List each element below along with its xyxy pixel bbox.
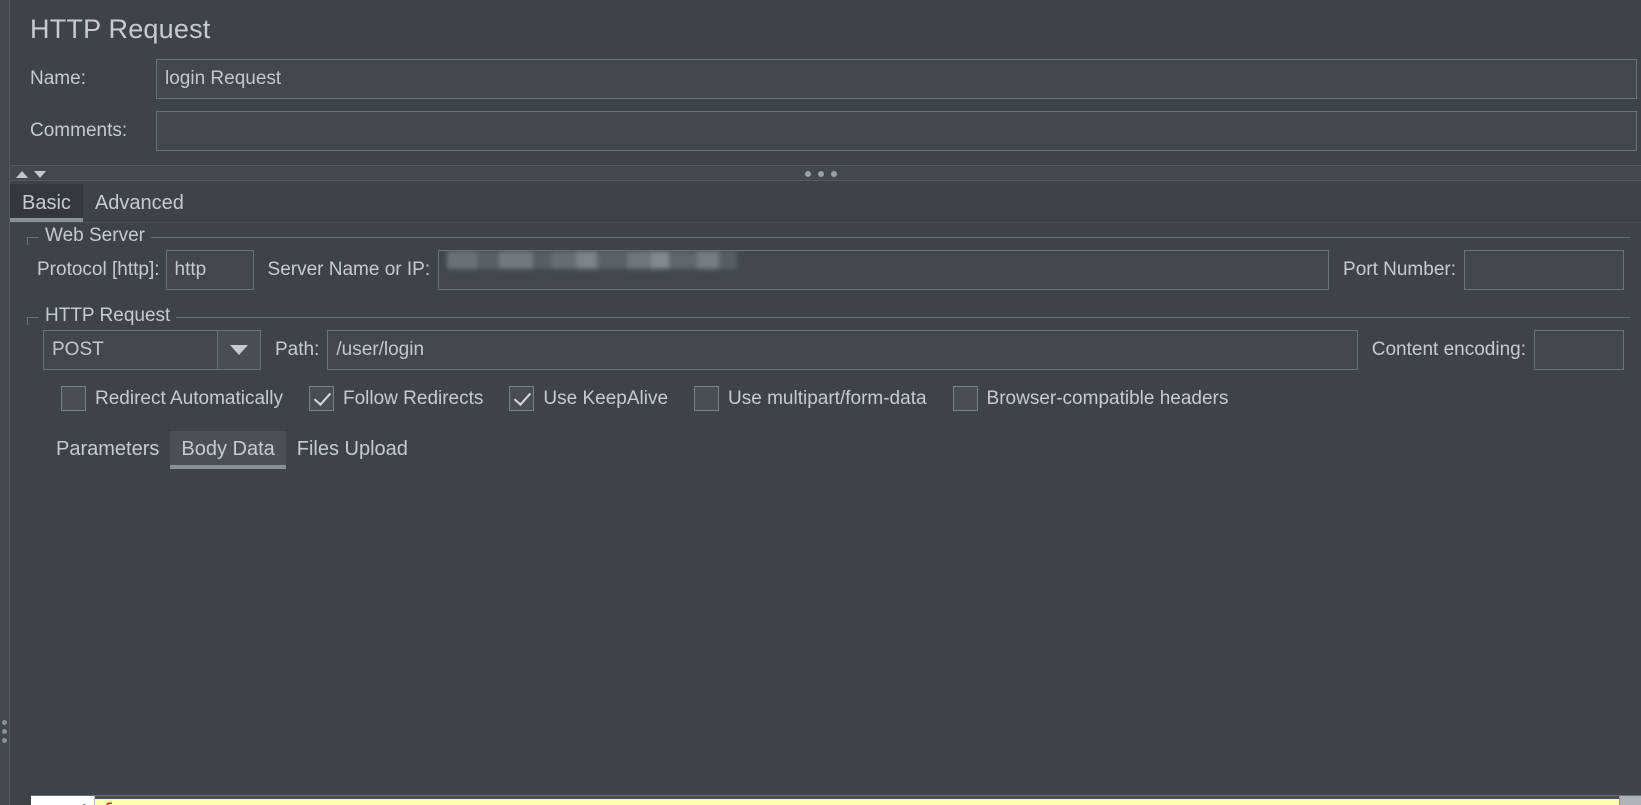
panel-left-rail xyxy=(0,0,10,805)
main-tabbar: Basic Advanced xyxy=(0,181,1641,223)
group-corner xyxy=(27,317,28,325)
subtab-body-data[interactable]: Body Data xyxy=(170,431,287,469)
port-number-input[interactable] xyxy=(1464,250,1624,290)
content-encoding-label: Content encoding: xyxy=(1371,339,1526,360)
http-request-row: POST Path: /user/login Content encoding: xyxy=(27,328,1630,372)
checkbox-use-keepalive[interactable]: Use KeepAlive xyxy=(509,386,668,411)
editor-gutter: 1 2 3 4 xyxy=(31,796,95,805)
checkbox-box-icon[interactable] xyxy=(61,386,86,411)
path-label: Path: xyxy=(275,339,320,360)
collapse-up-icon[interactable] xyxy=(16,170,28,178)
body-data-editor[interactable]: 1 2 3 4 { "email": "${email}", "password… xyxy=(31,795,1641,805)
editor-code-area[interactable]: { "email": "${email}", "password": "${pa… xyxy=(95,796,1641,805)
checkbox-use-multipart-form-data[interactable]: Use multipart/form-data xyxy=(694,386,927,411)
request-options-row: Redirect Automatically Follow Redirects … xyxy=(27,372,1630,421)
checkbox-checked-icon[interactable] xyxy=(509,386,535,411)
content-encoding-input[interactable] xyxy=(1534,330,1624,370)
splitter-arrows[interactable] xyxy=(16,167,46,181)
method-value[interactable]: POST xyxy=(43,330,217,370)
checkbox-box-icon[interactable] xyxy=(952,386,978,411)
server-name-label: Server Name or IP: xyxy=(267,259,431,280)
panel-splitter[interactable] xyxy=(0,165,1641,181)
checkbox-follow-redirects[interactable]: Follow Redirects xyxy=(308,386,484,411)
checkbox-checked-icon[interactable] xyxy=(308,386,334,411)
server-name-input[interactable] xyxy=(438,250,1330,290)
checkbox-label: Browser-compatible headers xyxy=(986,387,1229,409)
collapse-down-icon[interactable] xyxy=(34,170,46,178)
http-request-group-title: HTTP Request xyxy=(39,305,177,327)
checkbox-label: Use multipart/form-data xyxy=(728,387,927,409)
chevron-down-icon[interactable] xyxy=(217,330,261,370)
web-server-group: Web Server Protocol [http]: http Server … xyxy=(26,225,1631,299)
panel-header: HTTP Request Name: login Request Comment… xyxy=(0,0,1641,163)
checkbox-redirect-automatically[interactable]: Redirect Automatically xyxy=(61,386,283,411)
checkbox-label: Redirect Automatically xyxy=(95,387,283,409)
page-title: HTTP Request xyxy=(30,14,211,44)
name-row: Name: login Request xyxy=(26,59,1641,99)
drag-handle-icon[interactable] xyxy=(2,720,7,743)
comments-row: Comments: xyxy=(26,111,1641,151)
comments-label: Comments: xyxy=(30,120,128,141)
port-number-label: Port Number: xyxy=(1343,259,1456,280)
editor-vertical-scrollbar[interactable] xyxy=(1619,796,1641,805)
protocol-label: Protocol [http]: xyxy=(37,259,160,280)
method-dropdown[interactable]: POST xyxy=(43,330,261,370)
http-request-group: HTTP Request POST Path: /user/login Cont… xyxy=(26,305,1631,476)
watermark: CSDN @plalap xyxy=(1493,796,1607,797)
comments-input[interactable] xyxy=(156,111,1637,151)
name-label: Name: xyxy=(30,68,86,89)
http-request-panel: HTTP Request Name: login Request Comment… xyxy=(0,0,1641,805)
tab-basic[interactable]: Basic xyxy=(10,184,83,222)
line-number: 1 xyxy=(31,799,94,805)
subtab-files-upload[interactable]: Files Upload xyxy=(286,431,419,469)
checkbox-browser-compatible-headers[interactable]: Browser-compatible headers xyxy=(952,386,1229,411)
body-subtabbar: Parameters Body Data Files Upload xyxy=(27,427,1630,469)
panel-content: Web Server Protocol [http]: http Server … xyxy=(0,223,1641,805)
web-server-row: Protocol [http]: http Server Name or IP: xyxy=(27,248,1630,292)
checkbox-label: Follow Redirects xyxy=(342,387,484,409)
group-corner xyxy=(27,237,28,245)
protocol-input[interactable]: http xyxy=(165,250,254,290)
checkbox-label: Use KeepAlive xyxy=(543,387,669,409)
subtab-parameters[interactable]: Parameters xyxy=(45,431,170,469)
splitter-grip-icon[interactable] xyxy=(804,171,837,177)
name-input[interactable]: login Request xyxy=(156,59,1637,99)
path-input[interactable]: /user/login xyxy=(327,330,1358,370)
checkbox-box-icon[interactable] xyxy=(694,386,720,411)
tab-advanced[interactable]: Advanced xyxy=(83,184,196,222)
code-line-1[interactable]: { xyxy=(95,799,1641,805)
web-server-group-title: Web Server xyxy=(39,225,151,247)
